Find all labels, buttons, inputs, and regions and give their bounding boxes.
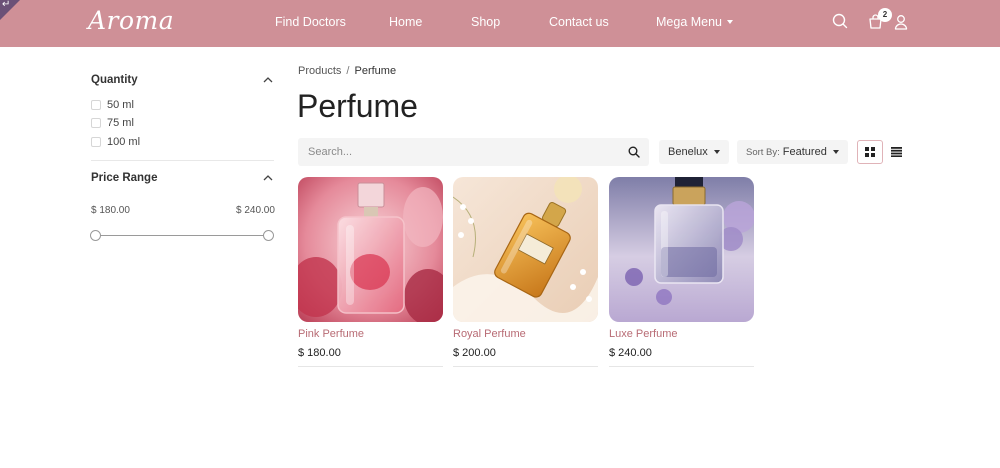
product-image-royal-perfume[interactable] bbox=[453, 177, 598, 322]
region-value: Benelux bbox=[668, 146, 708, 158]
price-slider-min-handle[interactable] bbox=[90, 230, 101, 241]
breadcrumb: Products / Perfume bbox=[298, 65, 396, 77]
product-price: $ 200.00 bbox=[453, 347, 496, 359]
price-min-label: $ 180.00 bbox=[91, 205, 130, 216]
top-navbar: ↵ Aroma Find Doctors Home Shop Contact u… bbox=[0, 0, 1000, 47]
chevron-up-icon[interactable] bbox=[263, 174, 273, 181]
checkbox[interactable] bbox=[91, 137, 101, 147]
breadcrumb-current: Perfume bbox=[354, 65, 397, 77]
breadcrumb-products-link[interactable]: Products bbox=[298, 65, 341, 77]
price-slider-max-handle[interactable] bbox=[263, 230, 274, 241]
grid-icon bbox=[865, 147, 875, 157]
nav-find-doctors[interactable]: Find Doctors bbox=[275, 15, 346, 29]
product-card[interactable]: Pink Perfume $ 180.00 bbox=[298, 177, 443, 369]
product-price: $ 240.00 bbox=[609, 347, 652, 359]
search-icon[interactable] bbox=[628, 146, 640, 158]
search-icon[interactable] bbox=[832, 13, 848, 30]
card-divider bbox=[609, 366, 754, 367]
list-icon bbox=[890, 147, 902, 157]
brand-logo[interactable]: Aroma bbox=[88, 6, 174, 35]
product-card[interactable]: Luxe Perfume $ 240.00 bbox=[609, 177, 754, 369]
card-divider bbox=[298, 366, 443, 367]
checkbox[interactable] bbox=[91, 118, 101, 128]
breadcrumb-separator: / bbox=[346, 65, 350, 77]
nav-mega-menu-label: Mega Menu bbox=[656, 15, 723, 29]
sidebar-divider bbox=[91, 160, 274, 161]
search-input[interactable] bbox=[308, 144, 608, 160]
price-max-label: $ 240.00 bbox=[236, 205, 275, 216]
nav-home[interactable]: Home bbox=[389, 15, 422, 29]
corner-arrow-icon: ↵ bbox=[2, 0, 11, 10]
sort-value: Featured bbox=[782, 146, 827, 158]
quantity-option-100ml[interactable]: 100 ml bbox=[91, 136, 140, 148]
caret-down-icon bbox=[727, 20, 734, 24]
quantity-option-50ml[interactable]: 50 ml bbox=[91, 99, 134, 111]
nav-mega-menu[interactable]: Mega Menu bbox=[656, 15, 734, 29]
amber-perfume-bottle-image bbox=[453, 177, 598, 322]
price-slider-track[interactable] bbox=[96, 235, 269, 236]
nav-shop[interactable]: Shop bbox=[471, 15, 500, 29]
lilac-perfume-bottle-image bbox=[609, 177, 754, 322]
product-search-box[interactable] bbox=[298, 138, 649, 166]
caret-down-icon bbox=[832, 150, 839, 154]
option-label: 75 ml bbox=[107, 117, 134, 129]
product-image-pink-perfume[interactable] bbox=[298, 177, 443, 322]
region-dropdown[interactable]: Benelux bbox=[659, 140, 729, 164]
user-icon[interactable] bbox=[894, 14, 908, 30]
product-name[interactable]: Pink Perfume bbox=[298, 328, 364, 340]
caret-down-icon bbox=[713, 150, 720, 154]
product-name[interactable]: Luxe Perfume bbox=[609, 328, 677, 340]
nav-contact-us[interactable]: Contact us bbox=[549, 15, 609, 29]
price-range-title[interactable]: Price Range bbox=[91, 172, 157, 184]
checkbox[interactable] bbox=[91, 100, 101, 110]
chevron-up-icon[interactable] bbox=[263, 76, 273, 83]
product-price: $ 180.00 bbox=[298, 347, 341, 359]
grid-view-button[interactable] bbox=[857, 140, 883, 164]
quantity-option-75ml[interactable]: 75 ml bbox=[91, 117, 134, 129]
card-divider bbox=[453, 366, 598, 367]
list-view-button[interactable] bbox=[883, 140, 909, 164]
pink-perfume-bottle-image bbox=[298, 177, 443, 322]
product-name[interactable]: Royal Perfume bbox=[453, 328, 526, 340]
sort-prefix: Sort By: bbox=[746, 146, 780, 158]
sort-dropdown[interactable]: Sort By: Featured bbox=[737, 140, 848, 164]
page-title: Perfume bbox=[297, 88, 418, 124]
cart-count-badge: 2 bbox=[878, 8, 892, 22]
product-card[interactable]: Royal Perfume $ 200.00 bbox=[453, 177, 598, 369]
quantity-filter-title[interactable]: Quantity bbox=[91, 74, 138, 86]
product-image-luxe-perfume[interactable] bbox=[609, 177, 754, 322]
option-label: 50 ml bbox=[107, 99, 134, 111]
option-label: 100 ml bbox=[107, 136, 141, 148]
